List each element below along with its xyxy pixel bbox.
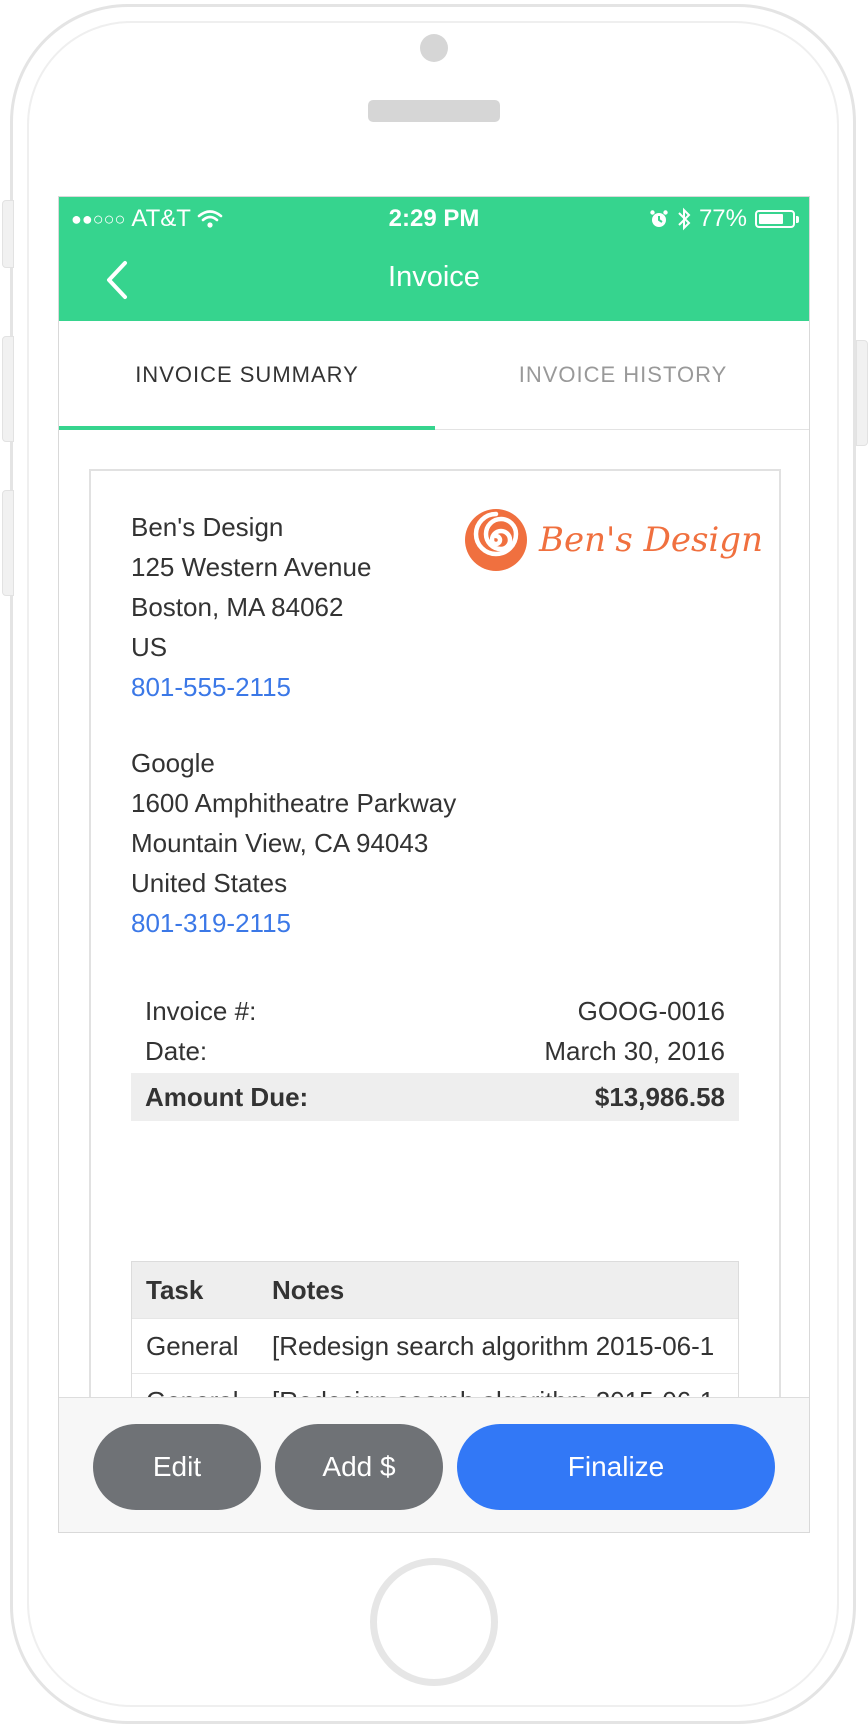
app-screen: ●●○○○ AT&T 2:29 PM 77% Invoice INVOICE S… bbox=[58, 196, 810, 1533]
amount-due-label: Amount Due: bbox=[145, 1082, 309, 1112]
volume-up-button bbox=[2, 336, 14, 442]
finalize-button[interactable]: Finalize bbox=[457, 1424, 775, 1510]
page-title: Invoice bbox=[388, 261, 480, 293]
task-cell: General bbox=[146, 1331, 239, 1361]
logo-wordmark: Ben's Design bbox=[539, 520, 763, 560]
alarm-icon bbox=[650, 210, 668, 227]
invoice-document: Ben's Design 125 Western Avenue Boston, … bbox=[89, 469, 781, 1532]
front-camera bbox=[420, 34, 448, 62]
tab-invoice-history[interactable]: INVOICE HISTORY bbox=[435, 321, 809, 429]
battery-icon bbox=[755, 210, 799, 228]
sender-address: Ben's Design 125 Western Avenue Boston, … bbox=[131, 507, 371, 707]
recipient-name: Google bbox=[131, 748, 215, 778]
edit-button[interactable]: Edit bbox=[93, 1424, 261, 1510]
recipient-country: United States bbox=[131, 868, 288, 898]
table-row[interactable]: General [Redesign search algorithm 2015-… bbox=[132, 1318, 738, 1373]
sender-city: Boston, MA 84062 bbox=[131, 592, 344, 622]
status-right: 77% bbox=[649, 205, 799, 233]
battery-fill bbox=[759, 214, 783, 224]
invoice-date-value: March 30, 2016 bbox=[544, 1036, 725, 1066]
notes-cell: [Redesign search algorithm 2015-06-1 bbox=[272, 1331, 715, 1361]
invoice-number-value: GOOG-0016 bbox=[577, 996, 725, 1026]
amount-due-row: Amount Due: $13,986.58 bbox=[131, 1073, 739, 1121]
status-bar: ●●○○○ AT&T 2:29 PM 77% bbox=[59, 197, 809, 241]
sender-phone-link[interactable]: 801-555-2115 bbox=[131, 667, 371, 707]
company-logo: Ben's Design bbox=[463, 507, 763, 573]
mute-switch bbox=[2, 200, 14, 268]
bluetooth-icon bbox=[678, 207, 691, 231]
volume-down-button bbox=[2, 490, 14, 596]
column-header-task: Task bbox=[146, 1275, 204, 1305]
sender-street: 125 Western Avenue bbox=[131, 552, 372, 582]
battery-percent: 77% bbox=[698, 205, 747, 232]
home-button[interactable] bbox=[370, 1558, 498, 1686]
table-header: Task Notes bbox=[132, 1262, 738, 1318]
earpiece-speaker bbox=[368, 100, 500, 122]
tab-bar: INVOICE SUMMARY INVOICE HISTORY bbox=[59, 321, 809, 430]
sender-name: Ben's Design bbox=[131, 512, 284, 542]
tab-invoice-summary[interactable]: INVOICE SUMMARY bbox=[59, 321, 435, 429]
spiral-logo-icon bbox=[465, 509, 527, 571]
sender-country: US bbox=[131, 632, 168, 662]
active-tab-indicator bbox=[59, 426, 435, 430]
invoice-date-label: Date: bbox=[145, 1036, 208, 1066]
invoice-meta: Invoice #: GOOG-0016 Date: March 30, 201… bbox=[131, 991, 739, 1121]
recipient-phone-link[interactable]: 801-319-2115 bbox=[131, 903, 456, 943]
amount-due-value: $13,986.58 bbox=[594, 1082, 725, 1112]
navigation-bar: Invoice bbox=[59, 241, 809, 321]
add-payment-button[interactable]: Add $ bbox=[275, 1424, 443, 1510]
recipient-street: 1600 Amphitheatre Parkway bbox=[131, 788, 457, 818]
recipient-address: Google 1600 Amphitheatre Parkway Mountai… bbox=[131, 743, 456, 943]
invoice-date-row: Date: March 30, 2016 bbox=[131, 1031, 739, 1071]
invoice-number-row: Invoice #: GOOG-0016 bbox=[131, 991, 739, 1031]
column-header-notes: Notes bbox=[272, 1275, 345, 1305]
power-button bbox=[856, 340, 868, 446]
action-bar: Edit Add $ Finalize bbox=[59, 1397, 809, 1532]
recipient-city: Mountain View, CA 94043 bbox=[131, 828, 429, 858]
invoice-number-label: Invoice #: bbox=[145, 996, 257, 1026]
